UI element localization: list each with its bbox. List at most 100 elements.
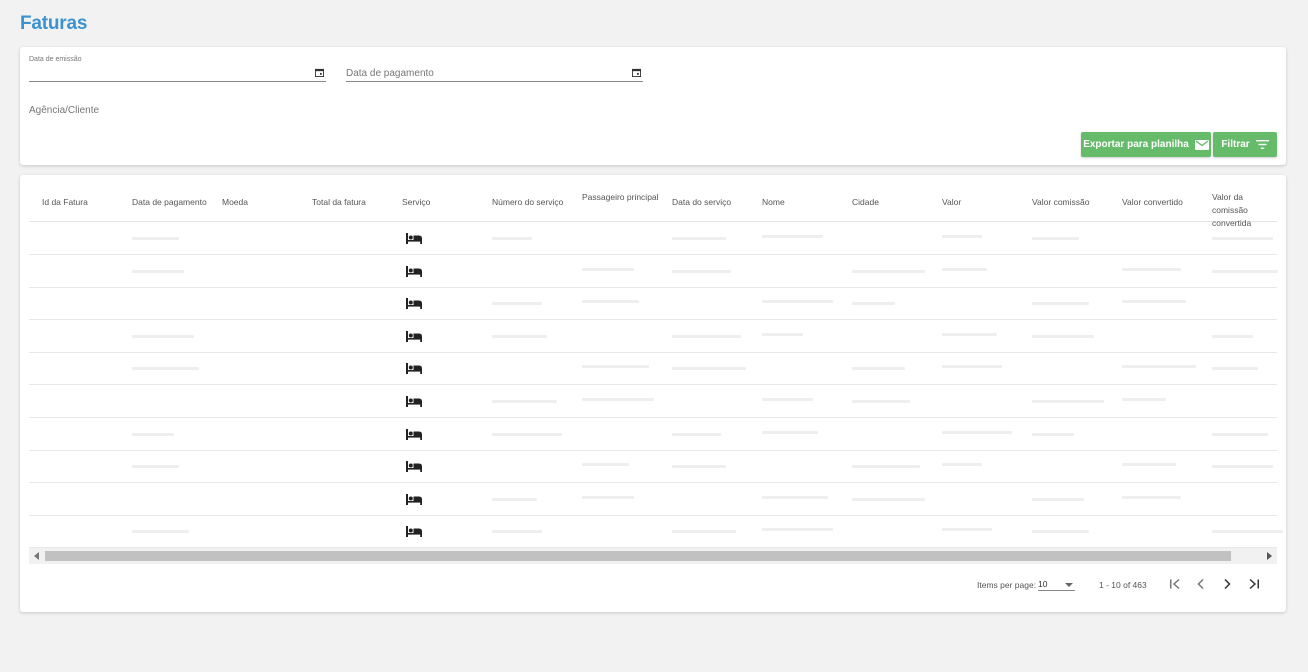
table-row[interactable] <box>29 320 1277 353</box>
bed-icon <box>406 363 422 375</box>
email-icon <box>1194 139 1209 150</box>
last-page-icon[interactable] <box>1247 577 1261 591</box>
paginator: Items per page: 10 1 - 10 of 463 <box>20 573 1286 597</box>
invoices-table-card: Id da Fatura Data de pagamento Moeda Total … <box>20 175 1286 612</box>
cell-placeholder <box>1032 237 1079 240</box>
data-pagamento-field[interactable]: Data de pagamento <box>346 59 643 82</box>
cell-placeholder <box>492 302 542 306</box>
bed-icon <box>406 298 422 310</box>
cell-placeholder <box>582 365 649 369</box>
column-header[interactable]: Passageiro principal <box>582 191 667 204</box>
cell-placeholder <box>1032 530 1089 534</box>
first-page-icon[interactable] <box>1168 577 1182 591</box>
cell-placeholder <box>852 465 920 469</box>
items-per-page-label: Items per page: <box>977 580 1037 590</box>
cell-placeholder <box>1212 367 1258 371</box>
cell-placeholder <box>132 269 184 273</box>
cell-placeholder <box>942 528 992 532</box>
cell-placeholder <box>852 497 925 501</box>
table-row[interactable] <box>29 385 1277 418</box>
scroll-left-icon[interactable] <box>34 552 39 560</box>
calendar-icon[interactable] <box>632 68 641 77</box>
bed-icon <box>406 526 422 538</box>
cell-placeholder <box>1212 269 1278 273</box>
cell-placeholder <box>942 463 982 467</box>
cell-placeholder <box>1212 237 1273 240</box>
cell-placeholder <box>1032 400 1104 403</box>
cell-placeholder <box>762 235 823 238</box>
column-header[interactable]: Cidade <box>852 196 937 209</box>
cell-placeholder <box>132 367 199 371</box>
column-header[interactable]: Serviço <box>402 196 487 209</box>
cell-placeholder <box>1212 465 1273 469</box>
cell-placeholder <box>492 530 542 534</box>
cell-placeholder <box>852 302 895 306</box>
column-header[interactable]: Valor comissão <box>1032 196 1117 209</box>
bed-icon <box>406 330 422 342</box>
cell-placeholder <box>672 367 746 371</box>
cell-placeholder <box>582 267 634 271</box>
cell-placeholder <box>942 332 997 336</box>
bed-icon <box>406 493 422 505</box>
cell-placeholder <box>492 400 557 403</box>
cell-placeholder <box>672 334 741 338</box>
page-size-value: 10 <box>1038 579 1048 589</box>
cell-placeholder <box>762 430 818 434</box>
calendar-icon[interactable] <box>315 68 324 77</box>
column-header[interactable]: Total da fatura <box>312 196 397 209</box>
table-row[interactable] <box>29 418 1277 451</box>
cell-placeholder <box>672 237 726 240</box>
horizontal-scrollbar[interactable] <box>29 548 1277 564</box>
table-row[interactable] <box>29 222 1277 255</box>
cell-placeholder <box>1032 302 1089 306</box>
column-header[interactable]: Número do serviço <box>492 196 577 209</box>
bed-icon <box>406 428 422 440</box>
cell-placeholder <box>1212 334 1253 338</box>
bed-icon <box>406 461 422 473</box>
next-page-icon[interactable] <box>1220 577 1234 591</box>
cell-placeholder <box>942 365 1002 369</box>
export-spreadsheet-button[interactable]: Exportar para planilha <box>1081 132 1211 157</box>
cell-placeholder <box>582 463 629 467</box>
filter-list-icon <box>1255 140 1269 149</box>
table-row[interactable] <box>29 515 1283 549</box>
column-header[interactable]: Moeda <box>222 196 307 209</box>
cell-placeholder <box>1032 432 1074 436</box>
table-row[interactable] <box>29 483 1277 516</box>
cell-placeholder <box>762 300 833 304</box>
cell-placeholder <box>132 465 179 469</box>
cell-placeholder <box>132 530 189 534</box>
cell-placeholder <box>1122 495 1181 499</box>
bed-icon <box>406 265 422 277</box>
cell-placeholder <box>672 465 726 469</box>
page-range-label: 1 - 10 of 463 <box>1099 580 1147 590</box>
cell-placeholder <box>762 495 828 499</box>
cell-placeholder <box>852 367 905 371</box>
cell-placeholder <box>1212 432 1268 436</box>
cell-placeholder <box>672 432 721 436</box>
scroll-right-icon[interactable] <box>1267 552 1272 560</box>
column-header[interactable]: Data do serviço <box>672 196 757 209</box>
column-header[interactable]: Data de pagamento <box>132 196 217 209</box>
table-row[interactable] <box>29 450 1277 484</box>
data-emissao-field[interactable]: Data de emissão <box>29 56 326 82</box>
agencia-cliente-field[interactable]: Agência/Cliente <box>29 105 99 116</box>
cell-placeholder <box>582 495 634 499</box>
column-header[interactable]: Valor <box>942 196 1027 209</box>
caret-down-icon <box>1065 583 1073 587</box>
scrollbar-thumb[interactable] <box>45 551 1231 561</box>
cell-placeholder <box>762 332 803 336</box>
table-row[interactable] <box>29 352 1277 386</box>
column-header[interactable]: Id da Fatura <box>42 196 127 209</box>
column-header[interactable]: Valor convertido <box>1122 196 1207 209</box>
cell-placeholder <box>1122 463 1176 467</box>
cell-placeholder <box>942 430 1012 434</box>
table-row[interactable] <box>29 255 1278 288</box>
previous-page-icon[interactable] <box>1194 577 1208 591</box>
cell-placeholder <box>1032 497 1084 501</box>
column-header[interactable]: Nome <box>762 196 847 209</box>
page-size-select[interactable]: 10 <box>1038 576 1075 591</box>
table-row[interactable] <box>29 287 1277 321</box>
filter-button[interactable]: Filtrar <box>1213 132 1277 157</box>
cell-placeholder <box>852 400 910 403</box>
